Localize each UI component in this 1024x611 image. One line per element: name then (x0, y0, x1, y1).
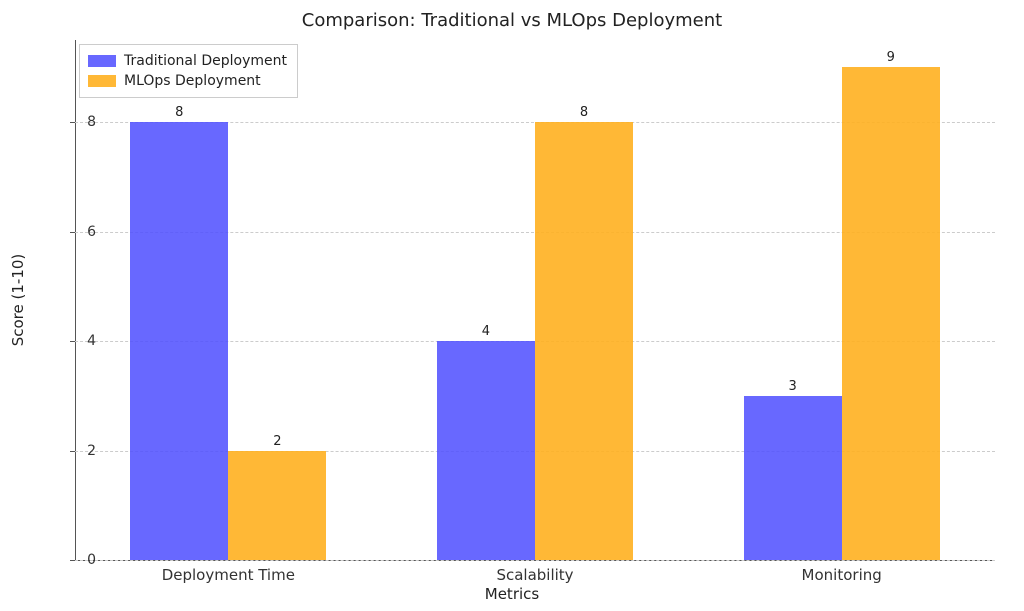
chart-title: Comparison: Traditional vs MLOps Deploym… (0, 10, 1024, 31)
bar-value-label: 8 (175, 105, 183, 120)
y-tick-label: 4 (66, 333, 96, 349)
plot-area: 8 4 3 2 8 9 Deployment Time Scalability … (75, 40, 995, 560)
bar-value-label: 8 (580, 105, 588, 120)
y-tick-label: 0 (66, 552, 96, 568)
bar-mlops (535, 122, 633, 560)
bar-traditional (437, 341, 535, 560)
legend-entry-traditional: Traditional Deployment (88, 51, 287, 71)
legend-swatch (88, 55, 116, 67)
legend: Traditional Deployment MLOps Deployment (79, 44, 298, 98)
x-tick-label: Scalability (496, 566, 573, 584)
bar-traditional (744, 396, 842, 560)
bar-mlops (842, 67, 940, 560)
bar-value-label: 4 (482, 324, 490, 339)
legend-swatch (88, 75, 116, 87)
x-tick-label: Deployment Time (162, 566, 295, 584)
chart-container: Comparison: Traditional vs MLOps Deploym… (0, 0, 1024, 611)
bar-traditional (130, 122, 228, 560)
y-tick-label: 2 (66, 443, 96, 459)
legend-entry-mlops: MLOps Deployment (88, 71, 287, 91)
x-axis-label: Metrics (0, 585, 1024, 603)
legend-label: Traditional Deployment (124, 51, 287, 71)
bar-value-label: 9 (887, 50, 895, 65)
x-tick-label: Monitoring (802, 566, 882, 584)
y-tick-label: 6 (66, 224, 96, 240)
y-tick-label: 8 (66, 114, 96, 130)
bar-value-label: 2 (273, 434, 281, 449)
y-axis-label: Score (1-10) (9, 254, 27, 347)
bar-mlops (228, 451, 326, 560)
bar-value-label: 3 (788, 379, 796, 394)
legend-label: MLOps Deployment (124, 71, 261, 91)
grid-line (75, 560, 995, 561)
